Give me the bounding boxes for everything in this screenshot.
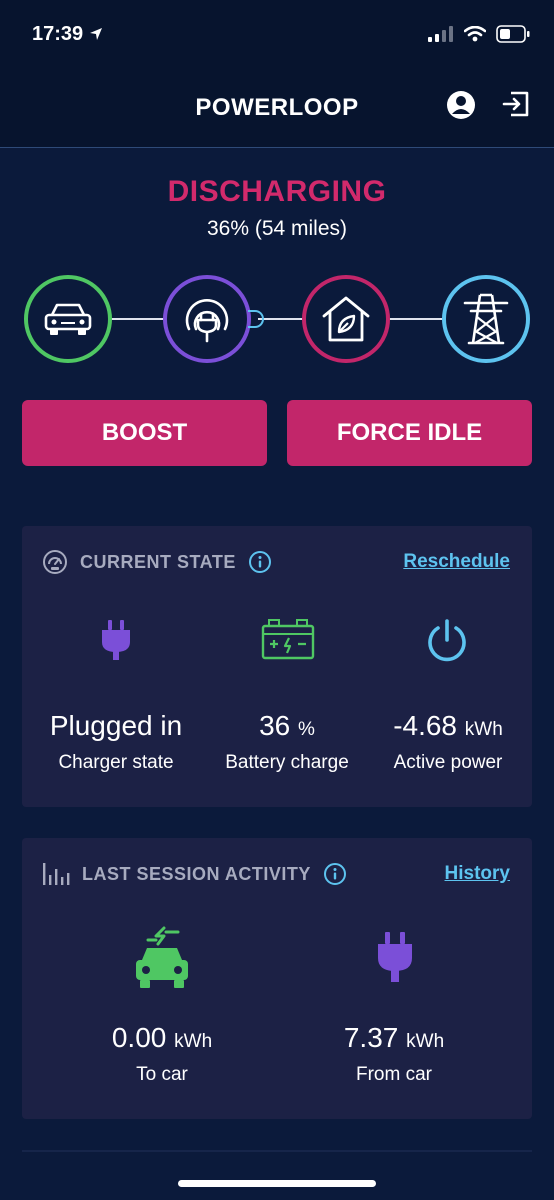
gauge-icon	[43, 550, 67, 574]
battery-icon	[496, 25, 530, 43]
power-unit: kWh	[464, 719, 503, 740]
flow-indicator	[248, 310, 264, 328]
from-car-unit: kWh	[406, 1031, 445, 1052]
active-power-stat: -4.68 kWh Active power	[370, 710, 526, 774]
to-car-value: 0.00 kWh	[72, 1022, 252, 1054]
reschedule-link[interactable]: Reschedule	[403, 551, 510, 573]
home-indicator[interactable]	[178, 1180, 376, 1187]
charging-status: DISCHARGING 36% (54 miles)	[0, 175, 554, 241]
history-link[interactable]: History	[445, 863, 510, 885]
clock-text: 17:39	[32, 22, 84, 45]
flow-connector	[258, 318, 304, 320]
status-time: 17:39	[32, 23, 103, 46]
card-header: CURRENT STATE Reschedule	[42, 548, 510, 576]
location-arrow-icon	[90, 28, 103, 40]
info-icon[interactable]	[248, 550, 272, 574]
to-car-stat: 0.00 kWh To car	[72, 1022, 252, 1086]
user-circle-icon[interactable]	[446, 90, 476, 120]
battery-charge-label: Battery charge	[225, 752, 349, 773]
divider	[22, 1150, 532, 1152]
status-indicators	[428, 25, 530, 43]
plug-icon	[378, 932, 412, 982]
battery-charge-value: 36 %	[202, 710, 372, 742]
plug-icon	[102, 620, 130, 660]
grid-node[interactable]	[442, 275, 530, 363]
card-title: LAST SESSION ACTIVITY	[82, 863, 311, 884]
power-value: -4.68	[393, 710, 458, 741]
car-node[interactable]	[24, 275, 112, 363]
from-car-value: 7.37 kWh	[304, 1022, 484, 1054]
flow-connector	[110, 318, 166, 320]
battery-charge-stat: 36 % Battery charge	[202, 710, 372, 774]
last-session-card: LAST SESSION ACTIVITY History 0.00 kWh T…	[22, 838, 532, 1119]
active-power-value: -4.68 kWh	[370, 710, 526, 742]
active-power-label: Active power	[393, 752, 503, 773]
battery-unit: %	[298, 719, 315, 740]
app-title: POWERLOOP	[195, 93, 359, 121]
to-car-number: 0.00	[111, 1022, 167, 1053]
charger-node[interactable]	[163, 275, 251, 363]
from-car-number: 7.37	[343, 1022, 399, 1053]
charger-state-value: Plugged in	[49, 710, 183, 741]
home-node[interactable]	[302, 275, 390, 363]
from-car-stat: 7.37 kWh From car	[304, 1022, 484, 1086]
power-icon	[428, 619, 466, 662]
charger-state-label: Charger state	[58, 752, 174, 773]
header-actions	[446, 90, 530, 120]
bar-chart-icon	[43, 863, 70, 885]
to-car-unit: kWh	[174, 1031, 213, 1052]
car-icon	[44, 303, 92, 335]
status-bar: 17:39	[0, 0, 554, 68]
to-car-label: To car	[136, 1064, 188, 1085]
info-icon[interactable]	[323, 862, 347, 886]
card-title: CURRENT STATE	[80, 551, 236, 572]
boost-button[interactable]: BOOST	[22, 400, 267, 466]
car-charging-icon	[136, 926, 188, 988]
charger-icon	[185, 298, 229, 343]
exit-icon[interactable]	[502, 90, 530, 118]
mode-label: DISCHARGING	[167, 175, 387, 208]
charge-info: 36% (54 miles)	[206, 217, 348, 240]
home-leaf-icon	[322, 296, 370, 342]
flow-connector	[388, 318, 442, 320]
card-header: LAST SESSION ACTIVITY History	[42, 860, 510, 888]
pylon-icon	[463, 293, 509, 345]
force-idle-button[interactable]: FORCE IDLE	[287, 400, 532, 466]
wifi-icon	[464, 26, 486, 42]
signal-icon	[428, 26, 453, 42]
app-header: POWERLOOP	[0, 68, 554, 148]
current-state-card: CURRENT STATE Reschedule Plugged in Char…	[22, 526, 532, 807]
battery-value: 36	[259, 710, 291, 741]
charger-state-stat: Plugged in Charger state	[22, 710, 210, 774]
energy-flow	[24, 275, 530, 363]
car-battery-icon	[261, 619, 315, 660]
from-car-label: From car	[356, 1064, 432, 1085]
